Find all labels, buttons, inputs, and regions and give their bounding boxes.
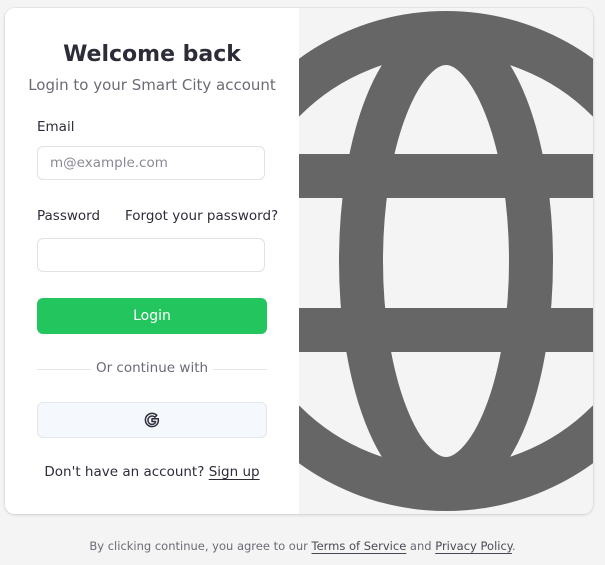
email-label: Email bbox=[37, 119, 75, 135]
login-form-panel: Welcome back Login to your Smart City ac… bbox=[5, 8, 299, 514]
footer-and: and bbox=[409, 539, 432, 553]
globe-icon bbox=[299, 11, 593, 511]
divider-label: Or continue with bbox=[95, 360, 209, 376]
terms-link[interactable]: Terms of Service bbox=[312, 539, 407, 553]
login-card: Welcome back Login to your Smart City ac… bbox=[5, 8, 593, 514]
password-field[interactable] bbox=[37, 238, 265, 272]
google-g-icon bbox=[144, 412, 160, 428]
email-field[interactable] bbox=[37, 146, 265, 180]
signup-prompt: Don't have an account? bbox=[44, 464, 205, 480]
footer-prefix: By clicking continue, you agree to our bbox=[89, 539, 308, 553]
divider-right bbox=[213, 369, 267, 370]
legal-footer: By clicking continue, you agree to our T… bbox=[0, 539, 605, 553]
signup-row: Don't have an account? Sign up bbox=[5, 464, 299, 480]
google-login-button[interactable] bbox=[37, 402, 267, 438]
login-button[interactable]: Login bbox=[37, 298, 267, 334]
footer-suffix: . bbox=[511, 539, 516, 553]
signup-link[interactable]: Sign up bbox=[209, 464, 260, 480]
page-subtitle: Login to your Smart City account bbox=[28, 76, 276, 94]
page-title: Welcome back bbox=[63, 42, 241, 67]
illustration-panel bbox=[299, 8, 593, 514]
forgot-password-link[interactable]: Forgot your password? bbox=[125, 208, 278, 224]
password-label: Password bbox=[37, 208, 101, 224]
privacy-link[interactable]: Privacy Policy bbox=[435, 539, 512, 553]
